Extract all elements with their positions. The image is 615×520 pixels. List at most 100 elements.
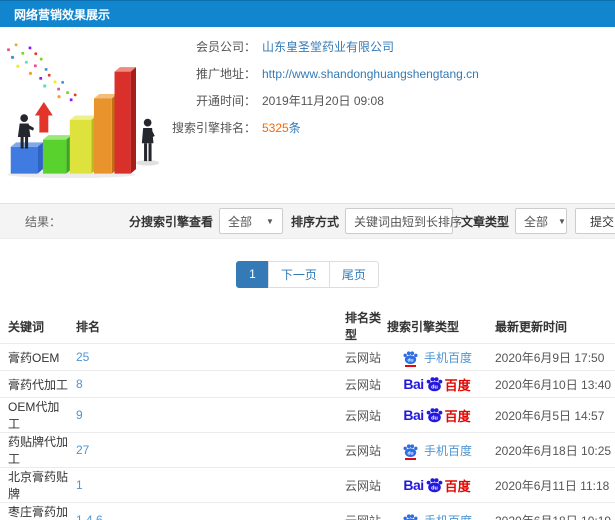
rank-type-cell: 云网站 xyxy=(337,370,387,398)
baidu-du: du xyxy=(431,485,438,491)
pagination: 1 下一页 尾页 xyxy=(0,239,615,309)
info-row-open-time: 开通时间： 2019年11月20日 09:08 xyxy=(170,87,615,114)
results-table-body: 膏药OEM 25 云网站 du 手机百度 B xyxy=(0,343,615,520)
baidu-cn: 百度 xyxy=(444,377,471,393)
rank-unit: 条 xyxy=(288,121,301,135)
col-engine-type: 搜索引擎类型 xyxy=(387,319,460,334)
updated-cell: 2020年6月11日 11:18 xyxy=(487,467,615,503)
table-row: 枣庄膏药加工 1,4,6 云网站 du 手机百度 xyxy=(0,502,615,520)
engine-view-label: 分搜索引擎查看 xyxy=(128,214,213,229)
company-link[interactable]: 山东皇圣堂药业有限公司 xyxy=(262,38,394,55)
article-type-label: 文章类型 xyxy=(460,214,509,229)
keyword-cell: OEM代加工 xyxy=(0,397,68,433)
rank-type-cell: 云网站 xyxy=(337,502,387,520)
engine-type-cell: du 手机百度 Bai du xyxy=(387,432,487,468)
company-label: 会员公司： xyxy=(195,40,256,54)
sort-select[interactable]: 关键词由短到长排序 ▼ xyxy=(344,208,480,234)
page-header: 网络营销效果展示 xyxy=(0,0,615,27)
rank-type-cell: 云网站 xyxy=(337,397,387,433)
baidu-paw-icon: du xyxy=(402,443,419,460)
engine-type-cell: du 手机百度 Bai du xyxy=(387,370,487,398)
baidu-paw-icon: du xyxy=(425,477,444,493)
engine-type-cell: du 手机百度 Bai du xyxy=(387,467,487,503)
rank-link[interactable]: 25 xyxy=(76,350,89,364)
engine-view-select[interactable]: 全部 ▼ xyxy=(218,208,283,234)
company-info: 会员公司： 山东皇圣堂药业有限公司 推广地址： http://www.shand… xyxy=(170,27,615,197)
paw-underline xyxy=(404,364,416,367)
growth-chart-illustration xyxy=(0,31,170,191)
promo-url-label: 推广地址： xyxy=(195,67,256,81)
next-page-button[interactable]: 下一页 xyxy=(267,260,330,288)
updated-cell: 2020年6月9日 17:50 xyxy=(487,343,615,371)
info-section: 会员公司： 山东皇圣堂药业有限公司 推广地址： http://www.shand… xyxy=(0,27,615,197)
article-type-select[interactable]: 全部 ▼ xyxy=(514,208,567,234)
baidu-cn: 百度 xyxy=(444,408,471,424)
mobile-baidu-label: 手机百度 xyxy=(423,443,472,458)
rank-link[interactable]: 27 xyxy=(76,443,89,457)
mobile-baidu-label: 手机百度 xyxy=(424,512,472,520)
svg-text:du: du xyxy=(407,357,413,363)
baidu-bai: Bai xyxy=(403,477,424,493)
submit-button[interactable]: 提交 xyxy=(574,208,615,234)
table-header-row: 关键词 排名 排名类型 搜索引擎类型 最新更新时间 xyxy=(0,309,615,344)
baidu-logo: Bai du 百度 xyxy=(403,375,470,394)
baidu-logo: Bai du 百度 xyxy=(403,406,470,425)
baidu-bai: Bai xyxy=(403,376,424,392)
baidu-paw-icon: du xyxy=(425,407,444,423)
baidu-cn: 百度 xyxy=(444,478,471,494)
updated-cell: 2020年6月18日 10:25 xyxy=(487,432,615,468)
keyword-cell: 北京膏药贴牌 xyxy=(0,467,68,503)
keyword-cell: 膏药代加工 xyxy=(0,370,68,398)
rank-type-cell: 云网站 xyxy=(337,432,387,468)
baidu-logo: Bai du 百度 xyxy=(403,476,470,495)
page-title: 网络营销效果展示 xyxy=(14,7,111,22)
baidu-du: du xyxy=(431,415,438,421)
promo-url-link[interactable]: http://www.shandonghuangshengtang.cn xyxy=(262,67,479,81)
sort-label: 排序方式 xyxy=(290,214,339,229)
rank-type-cell: 云网站 xyxy=(337,467,387,503)
engine-rank-label: 搜索引擎排名： xyxy=(171,121,256,135)
updated-cell: 2020年6月18日 10:19 xyxy=(487,502,615,520)
svg-text:du: du xyxy=(407,450,413,456)
baidu-bai: Bai xyxy=(403,407,424,423)
info-row-url: 推广地址： http://www.shandonghuangshengtang.… xyxy=(170,60,615,87)
rank-link[interactable]: 8 xyxy=(76,377,83,391)
baidu-paw-icon: du xyxy=(402,513,419,520)
rank-link[interactable]: 1 xyxy=(76,478,83,492)
updated-cell: 2020年6月10日 13:40 xyxy=(487,370,615,398)
chevron-down-icon: ▼ xyxy=(558,216,566,226)
baidu-du: du xyxy=(431,384,438,390)
table-row: 北京膏药贴牌 1 云网站 du 手机百度 B xyxy=(0,467,615,503)
filter-controls: 分搜索引擎查看 全部 ▼ 排序方式 关键词由短到长排序 ▼ 文章类型 全部 ▼ … xyxy=(121,208,615,234)
keyword-cell: 药贴牌代加工 xyxy=(0,432,68,468)
info-row-company: 会员公司： 山东皇圣堂药业有限公司 xyxy=(170,33,615,60)
baidu-paw-icon: du xyxy=(402,350,419,367)
rank-link[interactable]: 1,4,6 xyxy=(76,513,103,520)
mobile-baidu-label: 手机百度 xyxy=(423,350,472,365)
rank-count: 5325 xyxy=(262,121,289,135)
page-1-button[interactable]: 1 xyxy=(236,260,269,288)
engine-type-cell: du 手机百度 Bai du xyxy=(387,397,487,433)
keyword-cell: 枣庄膏药加工 xyxy=(0,502,68,520)
table-row: 膏药OEM 25 云网站 du 手机百度 B xyxy=(0,343,615,371)
table-row: 药贴牌代加工 27 云网站 du 手机百度 2020年6月18日 10:25 xyxy=(0,432,615,468)
paw-underline xyxy=(404,457,416,460)
engine-type-cell: du 手机百度 Bai du xyxy=(387,502,487,520)
mobile-baidu-badge: du 手机百度 xyxy=(402,442,472,460)
mobile-baidu-badge: du 手机百度 xyxy=(402,512,472,520)
filter-bar: 结果： 分搜索引擎查看 全部 ▼ 排序方式 关键词由短到长排序 ▼ 文章类型 全… xyxy=(0,203,615,239)
updated-cell: 2020年6月5日 14:57 xyxy=(487,397,615,433)
results-table: 关键词 排名 排名类型 搜索引擎类型 最新更新时间 膏药OEM 25 云网站 d… xyxy=(0,309,615,520)
col-rank-type: 排名类型 xyxy=(345,311,382,342)
mobile-baidu-badge: du 手机百度 xyxy=(402,349,472,367)
col-updated: 最新更新时间 xyxy=(495,319,568,334)
last-page-button[interactable]: 尾页 xyxy=(328,260,379,288)
baidu-paw-icon: du xyxy=(425,376,444,392)
table-row: 膏药代加工 8 云网站 du 手机百度 Ba xyxy=(0,370,615,398)
chevron-down-icon: ▼ xyxy=(266,216,274,226)
result-label: 结果： xyxy=(25,214,62,229)
open-time-value: 2019年11月20日 09:08 xyxy=(262,94,384,108)
engine-type-cell: du 手机百度 Bai du xyxy=(387,343,487,371)
open-time-label: 开通时间： xyxy=(195,94,256,108)
rank-link[interactable]: 9 xyxy=(76,408,83,422)
